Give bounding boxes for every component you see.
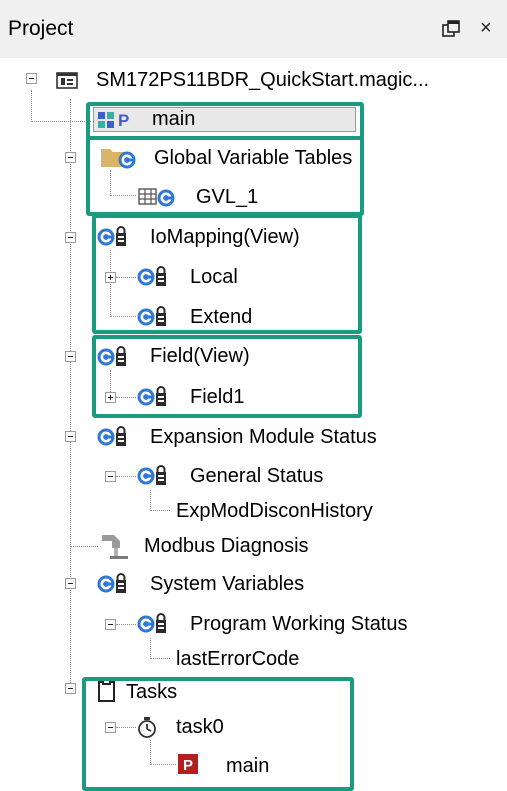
tree-connector	[150, 638, 151, 659]
highlight-box-global-variables	[86, 136, 364, 216]
tree-item-lasterrorcode[interactable]: lastErrorCode	[176, 647, 299, 671]
tree-item-general-status[interactable]: General Status	[190, 464, 323, 488]
tree-connector	[150, 490, 151, 511]
tree-connector	[116, 476, 136, 477]
modbus-icon	[102, 535, 128, 559]
tree-item-root-project[interactable]: SM172PS11BDR_QuickStart.magic...	[96, 68, 429, 92]
project-icon	[56, 72, 78, 89]
collapse-toggle[interactable]	[26, 73, 37, 84]
locked-io-icon	[136, 612, 170, 638]
collapse-toggle[interactable]	[105, 619, 116, 630]
tree-connector	[116, 624, 136, 625]
project-tree: SM172PS11BDR_QuickStart.magic... P main …	[0, 0, 507, 791]
tree-connector	[31, 121, 91, 122]
collapse-toggle[interactable]	[65, 152, 76, 163]
collapse-toggle[interactable]	[105, 471, 116, 482]
locked-io-icon	[96, 572, 130, 598]
highlight-box-tasks	[82, 677, 354, 791]
locked-io-icon	[136, 464, 170, 490]
collapse-toggle[interactable]	[65, 683, 76, 694]
tree-item-expmoddisconhistory[interactable]: ExpModDisconHistory	[176, 499, 373, 523]
project-panel: Project × SM172PS11BDR_QuickStart.magic.…	[0, 0, 507, 791]
tree-item-system-variables[interactable]: System Variables	[150, 572, 304, 596]
highlight-box-field	[92, 335, 362, 418]
tree-item-program-working-status[interactable]: Program Working Status	[190, 612, 408, 636]
highlight-box-main	[86, 102, 364, 140]
tree-connector	[31, 90, 32, 122]
collapse-toggle[interactable]	[65, 578, 76, 589]
tree-connector	[70, 99, 71, 689]
tree-connector	[70, 546, 98, 547]
tree-connector	[150, 510, 170, 511]
highlight-box-iomapping	[92, 214, 362, 334]
locked-io-icon	[96, 425, 130, 451]
tree-item-modbus-diagnosis[interactable]: Modbus Diagnosis	[144, 534, 309, 558]
collapse-toggle[interactable]	[65, 351, 76, 362]
collapse-toggle[interactable]	[65, 431, 76, 442]
collapse-toggle[interactable]	[65, 232, 76, 243]
tree-connector	[150, 658, 170, 659]
tree-item-expansion-module-status[interactable]: Expansion Module Status	[150, 425, 377, 449]
